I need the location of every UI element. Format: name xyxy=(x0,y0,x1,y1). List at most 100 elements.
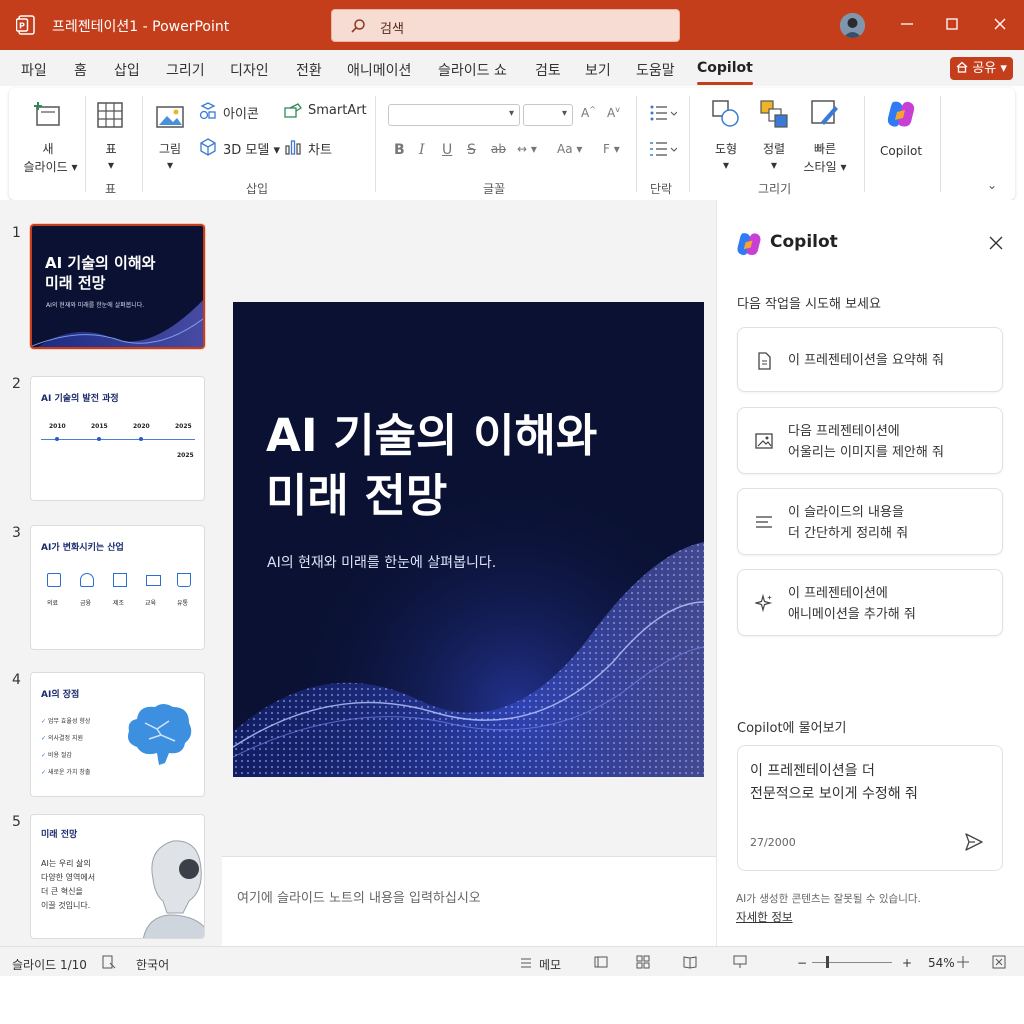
send-icon[interactable] xyxy=(964,832,984,852)
fit-window-icon[interactable] xyxy=(992,955,1006,969)
icons-button[interactable]: 아이콘 xyxy=(199,102,279,122)
ai-disclaimer: AI가 생성한 콘텐츠는 잘못될 수 있습니다. xyxy=(736,893,921,905)
mail-icon xyxy=(146,575,161,586)
slide-notes-input[interactable]: 여기에 슬라이드 노트의 내용을 입력하십시오 xyxy=(222,856,716,946)
font-family-select[interactable]: ▾ xyxy=(388,104,520,126)
slide-thumbnail-4[interactable]: AI의 장점 ✓ 업무 효율성 향상 ✓ 의사결정 지원 ✓ 비용 절감 ✓ 새… xyxy=(30,672,205,797)
smartart-label: SmartArt xyxy=(308,103,367,118)
language-indicator[interactable]: 한국어 xyxy=(136,956,169,973)
shapes-button[interactable]: 도형 ▾ xyxy=(706,96,746,176)
slide-subtitle[interactable]: AI의 현재와 미래를 한눈에 살펴봅니다. xyxy=(267,552,496,572)
slide-thumbnail-1[interactable]: AI 기술의 이해와 미래 전망 AI의 현재와 미래를 한눈에 살펴봅니다. xyxy=(30,224,205,349)
slide-title[interactable]: AI 기술의 이해와 미래 전망 xyxy=(266,406,597,526)
hospital-icon xyxy=(47,573,61,587)
notes-icon xyxy=(521,958,531,968)
new-slide-button[interactable]: 새 슬라이드 ▾ xyxy=(23,96,78,176)
picture-button[interactable]: 그림 ▾ xyxy=(152,96,188,176)
decrease-font-size-button[interactable]: Av xyxy=(607,105,620,120)
suggestion-card-simplify[interactable]: 이 슬라이드의 내용을 더 간단하게 정리해 줘 xyxy=(737,488,1003,555)
notes-placeholder: 여기에 슬라이드 노트의 내용을 입력하십시오 xyxy=(237,891,481,906)
list-icon xyxy=(756,516,772,528)
chart-button[interactable]: 차트 xyxy=(284,138,354,158)
tab-animations[interactable]: 애니메이션 xyxy=(347,60,411,80)
normal-view-icon[interactable] xyxy=(594,955,608,969)
slide-thumbnail-3[interactable]: AI가 변화시키는 산업 의료 금융 제조 교육 유통 xyxy=(30,525,205,650)
check-point: ✓ 업무 효율성 향상 xyxy=(41,718,91,725)
underline-button[interactable]: U xyxy=(442,142,452,158)
thumb-4-points: ✓ 업무 효율성 향상 ✓ 의사결정 지원 ✓ 비용 절감 ✓ 새로운 가치 창… xyxy=(41,713,90,781)
bullets-icon[interactable] xyxy=(649,104,677,122)
tab-draw[interactable]: 그리기 xyxy=(166,60,205,80)
copilot-ribbon-label: Copilot xyxy=(879,144,923,158)
user-avatar[interactable] xyxy=(840,13,865,38)
suggestion-card-image[interactable]: 다음 프레젠테이션에 어울리는 이미지를 제안해 줘 xyxy=(737,407,1003,474)
notes-toggle[interactable]: 메모 xyxy=(539,956,561,973)
character-spacing-button[interactable]: ↔ ▾ xyxy=(517,142,537,156)
arrange-button[interactable]: 정렬 ▾ xyxy=(754,96,794,176)
suggestion-card-animation[interactable]: 이 프레젠테이션에 애니메이션을 추가해 줘 xyxy=(737,569,1003,636)
quick-styles-button[interactable]: 빠른 스타일 ▾ xyxy=(801,96,849,176)
tab-design[interactable]: 디자인 xyxy=(230,60,269,80)
thumb-5-title: 미래 전망 xyxy=(41,830,78,840)
share-icon xyxy=(956,61,968,73)
zoom-in-button[interactable]: + xyxy=(902,956,912,970)
tab-help[interactable]: 도움말 xyxy=(636,60,675,80)
search-placeholder: 검색 xyxy=(380,22,404,37)
table-button[interactable]: 표 ▾ xyxy=(93,96,129,176)
zoom-slider-thumb[interactable] xyxy=(826,956,829,968)
font-size-select[interactable]: ▾ xyxy=(523,104,573,126)
copilot-prompt-input[interactable]: 이 프레젠테이션을 더 전문적으로 보이게 수정해 줘 27/2000 xyxy=(737,745,1003,871)
slideshow-icon[interactable] xyxy=(733,955,747,969)
tab-file[interactable]: 파일 xyxy=(21,60,47,80)
bold-button[interactable]: B xyxy=(394,142,405,158)
check-point: ✓ 새로운 가치 창출 xyxy=(41,769,91,776)
close-icon[interactable] xyxy=(988,235,1004,251)
tab-insert[interactable]: 삽입 xyxy=(114,60,140,80)
tab-copilot[interactable]: Copilot xyxy=(697,60,753,85)
zoom-out-button[interactable]: − xyxy=(797,956,807,970)
change-case-button[interactable]: Aa ▾ xyxy=(557,142,582,156)
accessibility-icon[interactable] xyxy=(102,955,116,969)
separator xyxy=(375,96,376,192)
tab-transitions[interactable]: 전환 xyxy=(296,60,322,80)
copilot-ribbon-button[interactable]: Copilot xyxy=(875,96,927,166)
suggestion-card-summarize[interactable]: 이 프레젠테이션을 요약해 줘 xyxy=(737,327,1003,392)
chart-label: 차트 xyxy=(308,143,332,158)
zoom-slider[interactable] xyxy=(812,962,892,963)
slide-thumbnail-2[interactable]: AI 기술의 발전 과정 2010 2015 2020 2025 2025 xyxy=(30,376,205,501)
search-input[interactable]: 검색 xyxy=(331,9,680,42)
slide-sorter-icon[interactable] xyxy=(636,955,650,969)
powerpoint-logo-icon: P xyxy=(16,15,35,35)
slide-thumbnail-5[interactable]: 미래 전망 AI는 우리 삶의 다양한 영역에서 더 큰 혁신을 이끌 것입니다… xyxy=(30,814,205,939)
zoom-level[interactable]: 54% xyxy=(928,956,955,970)
close-window-button[interactable] xyxy=(988,12,1012,36)
shapes-icon xyxy=(712,100,739,127)
3d-models-button[interactable]: 3D 모델 ▾ xyxy=(199,138,289,158)
svg-text:P: P xyxy=(19,22,25,31)
body-line: 이끌 것입니다. xyxy=(41,901,91,910)
tab-review[interactable]: 검토 xyxy=(535,60,561,80)
italic-button[interactable]: I xyxy=(419,142,425,158)
share-button[interactable]: 공유 ▾ xyxy=(950,57,1013,80)
group-label-draw: 그리기 xyxy=(758,182,792,196)
current-slide[interactable]: AI 기술의 이해와 미래 전망 AI의 현재와 미래를 한눈에 살펴봅니다. xyxy=(233,302,704,777)
new-slide-label-1: 새 xyxy=(42,142,54,156)
fit-slide-icon[interactable] xyxy=(956,955,970,969)
tab-home[interactable]: 홈 xyxy=(74,60,87,80)
minimize-button[interactable] xyxy=(895,12,919,36)
timeline-year-end: 2025 xyxy=(177,452,194,459)
numbering-icon[interactable] xyxy=(649,140,677,158)
ribbon-collapse-button[interactable]: ⌄ xyxy=(987,178,997,192)
strikethrough-button[interactable]: S xyxy=(467,142,476,158)
more-info-link[interactable]: 자세한 정보 xyxy=(736,909,793,925)
tab-slideshow[interactable]: 슬라이드 쇼 xyxy=(438,60,507,80)
increase-font-size-button[interactable]: A^ xyxy=(581,105,596,120)
title-bar: P 프레젠테이션1 - PowerPoint 검색 xyxy=(0,0,1024,50)
cart-icon xyxy=(177,573,191,587)
tab-view[interactable]: 보기 xyxy=(585,60,611,80)
strikethrough-text-button[interactable]: ab xyxy=(491,142,506,156)
smartart-button[interactable]: SmartArt xyxy=(284,102,374,122)
font-color-button[interactable]: F ▾ xyxy=(603,142,620,156)
maximize-button[interactable] xyxy=(940,12,964,36)
reading-view-icon[interactable] xyxy=(683,955,697,969)
